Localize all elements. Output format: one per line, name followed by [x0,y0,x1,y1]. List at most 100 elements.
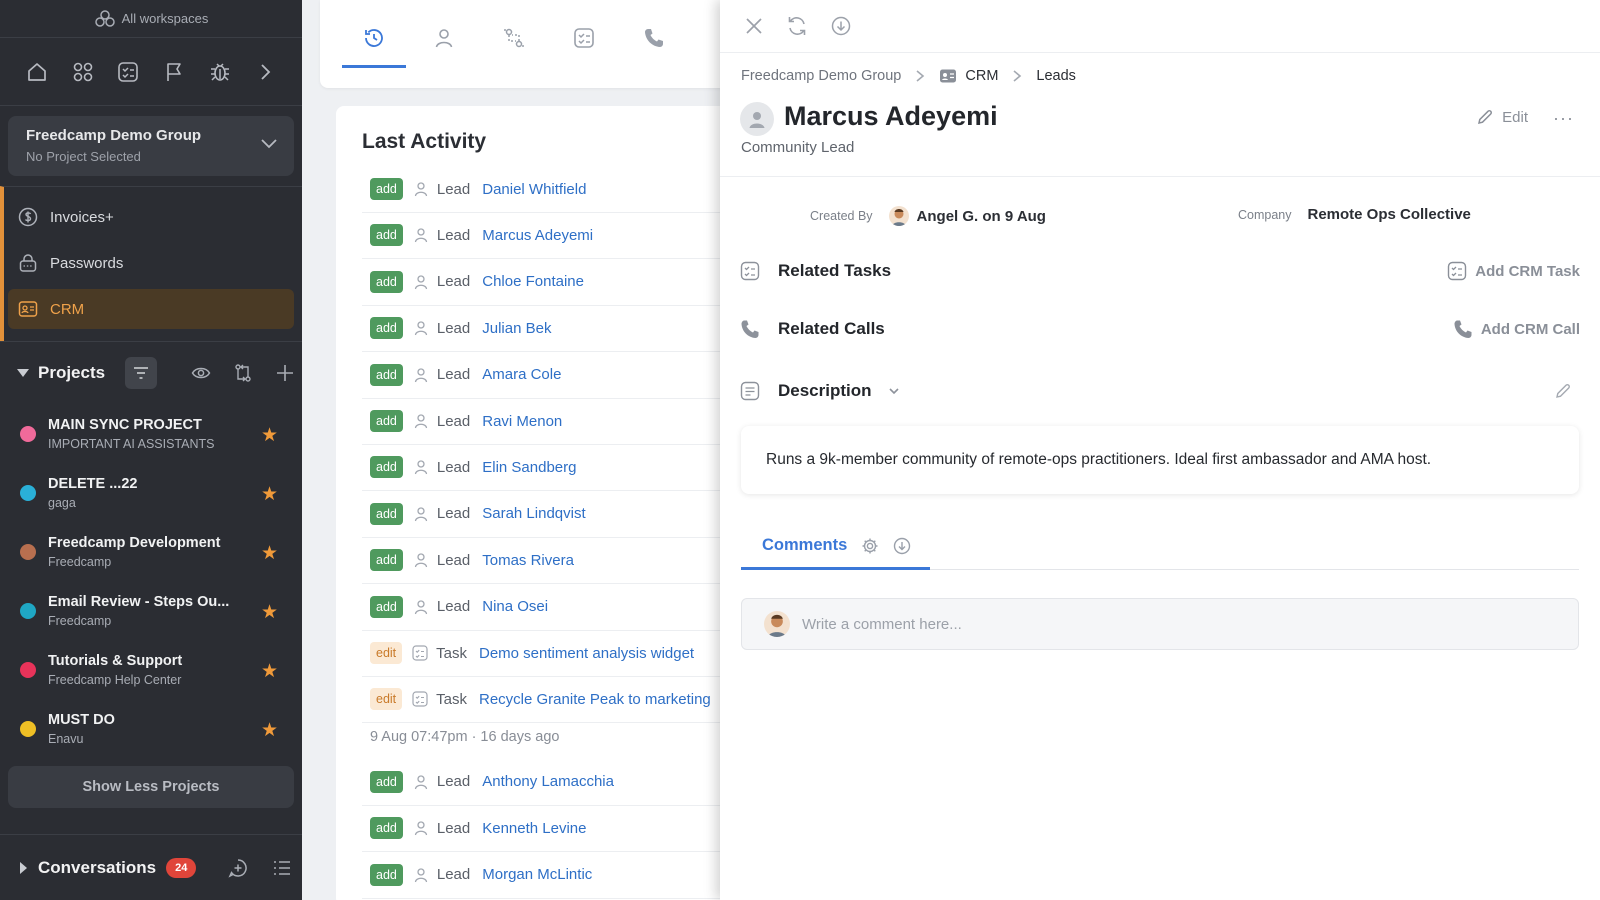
project-item[interactable]: Tutorials & Support Freedcamp Help Center… [0,640,302,699]
sidebar-item-invoices[interactable]: Invoices+ [8,197,294,237]
phone-icon [645,29,663,47]
tab-leads[interactable] [482,26,546,68]
tab-comments[interactable]: Comments [741,524,930,570]
caret-down-icon[interactable] [16,367,30,379]
tasks-icon[interactable] [105,52,151,92]
activity-item-link[interactable]: Julian Bek [482,320,551,337]
person-icon [413,274,429,290]
person-icon [413,181,429,197]
activity-type-badge: edit [370,642,403,664]
project-item[interactable]: MAIN SYNC PROJECT IMPORTANT AI ASSISTANTS… [0,404,302,463]
lead-avatar [740,102,774,136]
chevron-down-icon[interactable] [888,386,900,396]
star-icon[interactable]: ★ [261,483,278,506]
project-name: MAIN SYNC PROJECT [48,416,202,433]
activity-item-link[interactable]: Chloe Fontaine [482,273,584,290]
project-name: DELETE ...22 [48,475,138,492]
download-icon[interactable] [893,537,911,555]
more-options-icon[interactable]: ··· [1553,108,1574,129]
conversations-count-badge: 24 [166,857,197,878]
all-workspaces-label: All workspaces [121,11,209,26]
project-item[interactable]: DELETE ...22 gaga ★ [0,463,302,522]
project-color-dot [20,484,36,501]
project-name: Email Review - Steps Ou... [48,593,230,610]
activity-type-badge: edit [370,688,403,711]
sidebar: All workspaces Freedcamp Demo Group No P… [0,0,302,900]
sidebar-item-passwords[interactable]: Passwords [8,243,294,283]
panel-toolbar [720,0,1600,53]
activity-item-link[interactable]: Daniel Whitfield [482,181,586,198]
refresh-icon[interactable] [786,15,808,37]
activity-type-badge: add [370,502,403,525]
person-icon [413,867,429,883]
project-name: Tutorials & Support [48,652,183,669]
sync-projects-icon[interactable] [233,363,253,383]
star-icon[interactable]: ★ [261,719,278,742]
comment-input[interactable] [802,615,1562,633]
star-icon[interactable]: ★ [261,660,278,683]
activity-type-badge: add [370,224,403,247]
close-icon[interactable] [744,16,764,36]
download-icon[interactable] [830,15,852,37]
eye-icon[interactable] [191,363,211,383]
all-workspaces-link[interactable]: All workspaces [0,0,302,38]
grid-apps-icon[interactable] [60,52,106,92]
breadcrumb: Freedcamp Demo Group CRM Leads [741,68,1076,84]
tab-activity[interactable] [342,26,406,68]
show-less-projects-button[interactable]: Show Less Projects [8,766,294,808]
star-icon[interactable]: ★ [261,542,278,565]
person-icon [435,29,453,48]
flag-icon[interactable] [151,52,197,92]
breadcrumb-crm-label: CRM [965,68,999,84]
breadcrumb-leads[interactable]: Leads [1036,68,1076,84]
activity-item-link[interactable]: Recycle Granite Peak to marketing [479,691,711,708]
tab-calls[interactable] [622,26,686,68]
workspace-selector[interactable]: Freedcamp Demo Group No Project Selected [8,116,294,176]
edit-description-button[interactable] [1554,382,1572,400]
activity-item-link[interactable]: Anthony Lamacchia [482,773,614,790]
tab-tasks[interactable] [552,26,616,68]
star-icon[interactable]: ★ [261,424,278,447]
lock-icon [18,253,38,273]
activity-entity-type: Task [436,644,467,662]
add-project-icon[interactable] [275,363,295,383]
sidebar-item-crm[interactable]: CRM [8,289,294,329]
activity-item-link[interactable]: Nina Osei [482,598,548,615]
description-text: Runs a 9k-member community of remote-ops… [741,426,1579,494]
chevron-right-icon[interactable] [242,52,288,92]
created-by-value: Angel G. on 9 Aug [916,207,1046,225]
activity-item-link[interactable]: Morgan McLintic [482,866,592,883]
tab-contacts[interactable] [412,26,476,68]
star-icon[interactable]: ★ [261,601,278,624]
activity-item-link[interactable]: Sarah Lindqvist [482,505,585,522]
project-item[interactable]: Freedcamp Development Freedcamp ★ [0,522,302,581]
add-crm-call-button[interactable]: Add CRM Call [1453,319,1580,339]
gear-icon[interactable] [861,537,879,555]
activity-entity-type: Lead [436,773,471,791]
project-item[interactable]: MUST DO Enavu ★ [0,699,302,758]
activity-item-link[interactable]: Marcus Adeyemi [482,227,593,244]
breadcrumb-crm[interactable]: CRM [939,68,998,84]
person-icon [413,506,429,522]
activity-entity-type: Lead [436,551,471,569]
edit-lead-button[interactable]: Edit [1476,108,1528,126]
list-icon[interactable] [272,858,292,878]
add-crm-task-button[interactable]: Add CRM Task [1447,261,1580,281]
breadcrumb-workspace[interactable]: Freedcamp Demo Group [741,68,901,84]
activity-item-link[interactable]: Kenneth Levine [482,820,586,837]
project-item[interactable]: Email Review - Steps Ou... Freedcamp ★ [0,581,302,640]
person-icon [413,367,429,383]
activity-item-link[interactable]: Elin Sandberg [482,459,576,476]
new-conversation-icon[interactable] [228,858,248,878]
activity-item-link[interactable]: Ravi Menon [482,413,562,430]
activity-type-badge: add [370,549,403,572]
caret-right-icon[interactable] [18,861,28,875]
home-icon[interactable] [14,52,60,92]
sidebar-item-label: Passwords [50,254,124,272]
activity-item-link[interactable]: Demo sentiment analysis widget [479,645,694,662]
activity-item-link[interactable]: Amara Cole [482,366,561,383]
bug-icon[interactable] [197,52,243,92]
filter-icon[interactable] [125,357,158,389]
activity-item-link[interactable]: Tomas Rivera [482,552,574,569]
projects-list: MAIN SYNC PROJECT IMPORTANT AI ASSISTANTS… [0,404,302,758]
